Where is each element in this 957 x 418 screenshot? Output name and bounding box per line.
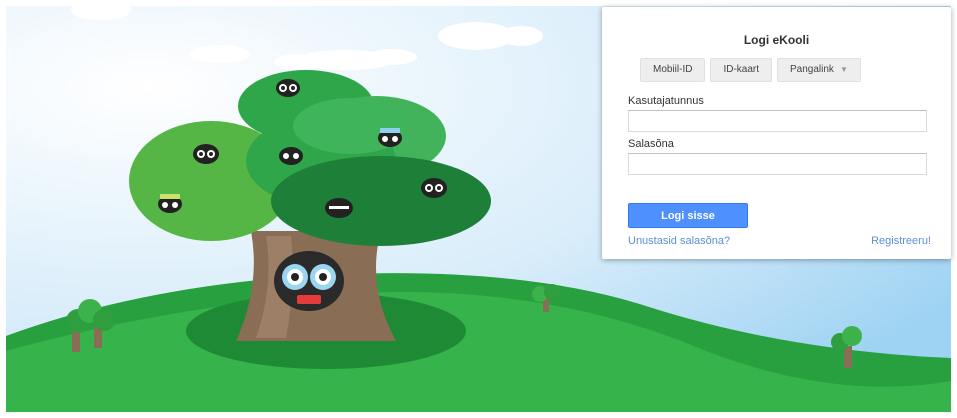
chevron-down-icon: ▼ (839, 65, 848, 74)
password-label: Salasõna (628, 138, 674, 150)
username-label: Kasutajatunnus (628, 95, 704, 107)
tab-mobile-id[interactable]: Mobiil-ID (640, 58, 706, 82)
login-panel: Logi eKooli Mobiil-ID ID-kaart Pangalink… (602, 7, 951, 259)
login-method-tabs: Mobiil-ID ID-kaart Pangalink ▼ (640, 58, 861, 82)
tab-bank-link[interactable]: Pangalink ▼ (777, 58, 861, 82)
password-field[interactable] (628, 153, 927, 175)
forgot-password-link[interactable]: Unustasid salasõna? (628, 235, 730, 247)
username-field[interactable] (628, 110, 927, 132)
register-link[interactable]: Registreeru! (871, 235, 931, 247)
login-title: Logi eKooli (743, 33, 810, 47)
tab-bank-link-label: Pangalink (790, 64, 834, 75)
tab-id-card[interactable]: ID-kaart (710, 58, 773, 82)
big-owl (274, 251, 344, 311)
login-button[interactable]: Logi sisse (628, 203, 748, 228)
